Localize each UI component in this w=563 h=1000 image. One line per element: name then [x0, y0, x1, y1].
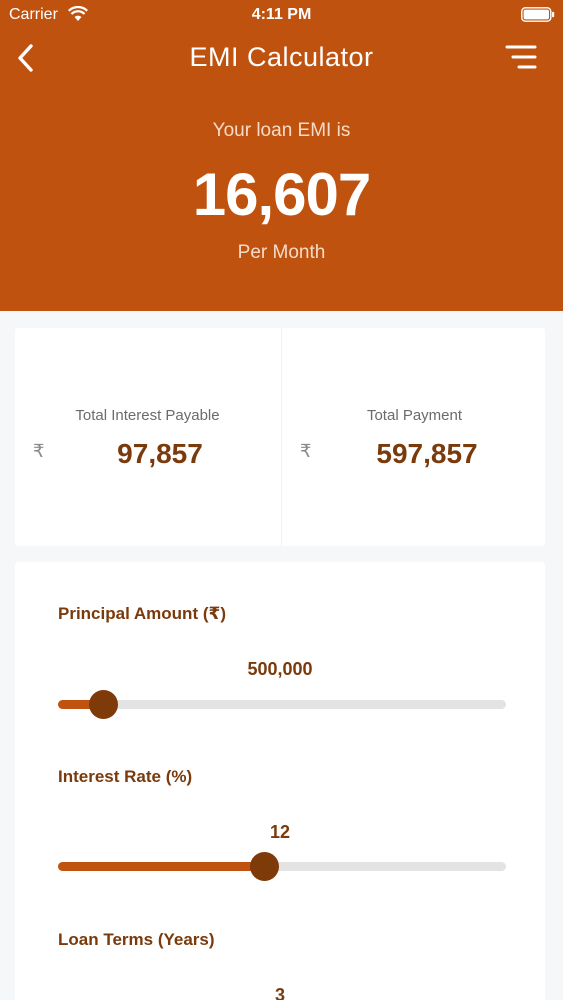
interest-rate-slider-fill	[58, 862, 265, 871]
interest-rate-slider-thumb[interactable]	[250, 852, 280, 881]
interest-rate-label: Interest Rate (%)	[58, 767, 193, 786]
interest-rate-value: 12	[269, 822, 291, 842]
emi-value: 16,607	[192, 161, 372, 228]
loan-terms-label: Loan Terms (Years)	[58, 930, 215, 949]
principal-slider[interactable]	[58, 690, 506, 719]
summary-card: Total Interest Payable ₹ 97,857 Total Pa…	[15, 328, 545, 546]
nav-bar: EMI Calculator	[0, 34, 563, 80]
emi-unit: Per Month	[237, 242, 326, 263]
total-interest-value: 97,857	[117, 438, 203, 469]
total-interest-cell: Total Interest Payable ₹ 97,857	[15, 328, 280, 546]
interest-rate-slider[interactable]	[58, 852, 506, 881]
emi-header: Carrier 4:11 PM EMI Calculator Your loan…	[0, 0, 563, 311]
loan-inputs-card: Principal Amount (₹) 500,000 Interest Ra…	[15, 562, 545, 1000]
principal-label: Principal Amount (₹)	[58, 604, 226, 623]
total-interest-label: Total Interest Payable	[75, 407, 220, 424]
principal-value: 500,000	[247, 659, 313, 679]
status-time: 4:11 PM	[251, 6, 312, 23]
emi-caption: Your loan EMI is	[212, 120, 351, 141]
principal-slider-thumb[interactable]	[88, 690, 118, 719]
loan-terms-value: 3	[274, 985, 285, 1000]
total-payment-cell: Total Payment ₹ 597,857	[282, 328, 547, 546]
status-bar: Carrier 4:11 PM	[0, 0, 563, 30]
battery-icon	[521, 7, 555, 22]
menu-icon[interactable]	[505, 44, 537, 70]
page-title: EMI Calculator	[189, 42, 374, 72]
total-payment-value: 597,857	[376, 438, 478, 469]
total-payment-label: Total Payment	[366, 407, 463, 424]
